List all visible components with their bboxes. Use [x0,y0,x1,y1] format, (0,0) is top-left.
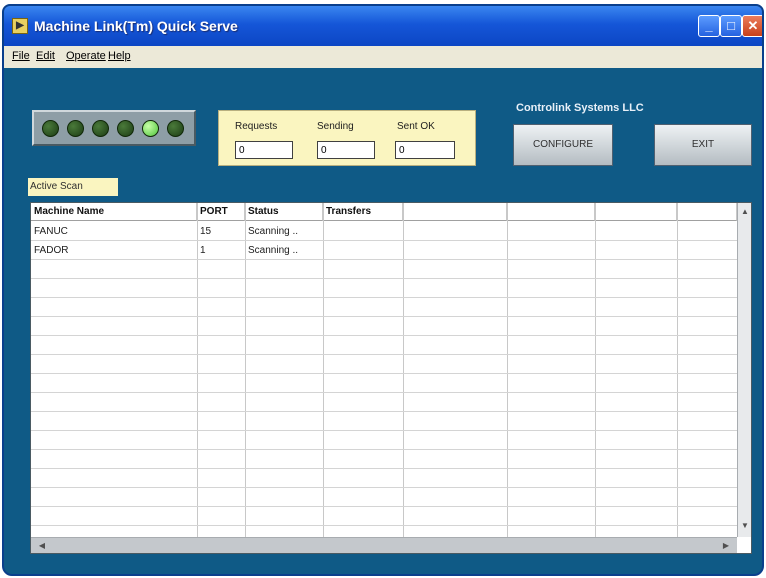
row-divider [31,297,737,298]
requests-field[interactable] [235,141,293,159]
column-header-8[interactable] [677,203,737,221]
row-divider [31,392,737,393]
menu-file[interactable]: File [12,50,30,62]
cell-row1-port[interactable]: 15 [197,223,214,240]
column-header-port[interactable]: PORT [197,203,245,221]
row-divider [31,487,737,488]
row-divider [31,278,737,279]
row-divider [31,354,737,355]
configure-button[interactable]: CONFIGURE [513,124,613,166]
status-led-4 [117,120,134,137]
column-header-6[interactable] [507,203,595,221]
cell-row1-transfers[interactable] [323,223,329,229]
column-header-machine-name[interactable]: Machine Name [31,203,197,221]
scroll-left-icon[interactable]: ◀ [35,539,49,553]
table-grid: Machine Name PORT Status Transfers FANUC… [31,203,737,537]
cell-row1-status[interactable]: Scanning .. [245,223,301,240]
cell-row2-port[interactable]: 1 [197,242,209,259]
maximize-button[interactable]: □ [720,15,742,37]
status-led-1 [42,120,59,137]
scroll-right-icon[interactable]: ▶ [719,539,733,553]
row-divider [31,240,737,241]
window-title: Machine Link(Tm) Quick Serve [34,18,238,34]
cell-row2-status[interactable]: Scanning .. [245,242,301,259]
scroll-down-icon[interactable]: ▼ [738,519,752,533]
row-divider [31,430,737,431]
menu-help[interactable]: Help [108,50,131,62]
cell-row2-transfers[interactable] [323,242,329,248]
scrollbar-corner [737,537,751,553]
sending-label: Sending [317,121,354,132]
column-header-status[interactable]: Status [245,203,323,221]
row-divider [31,468,737,469]
app-icon: ▶ [12,18,28,34]
status-led-3 [92,120,109,137]
active-scan-label: Active Scan [28,178,118,196]
menu-edit[interactable]: Edit [36,50,55,62]
scroll-up-icon[interactable]: ▲ [738,205,752,219]
sent-ok-field[interactable] [395,141,455,159]
company-label: Controlink Systems LLC [516,102,644,114]
row-divider [31,506,737,507]
column-header-5[interactable] [403,203,507,221]
title-bar[interactable]: ▶ Machine Link(Tm) Quick Serve _ □ ✕ [4,6,762,46]
counters-panel: Requests Sending Sent OK [218,110,476,166]
application-window: ▶ Machine Link(Tm) Quick Serve _ □ ✕ Fil… [2,4,764,576]
status-led-5 [142,120,159,137]
sending-field[interactable] [317,141,375,159]
active-scan-table[interactable]: Machine Name PORT Status Transfers FANUC… [30,202,752,554]
exit-button[interactable]: EXIT [654,124,752,166]
row-divider [31,525,737,526]
cell-row1-machine-name[interactable]: FANUC [31,223,71,240]
row-divider [31,449,737,450]
vertical-scrollbar[interactable]: ▲ ▼ [737,203,751,537]
cell-row2-machine-name[interactable]: FADOR [31,242,71,259]
status-led-6 [167,120,184,137]
row-divider [31,373,737,374]
requests-label: Requests [235,121,278,132]
horizontal-scrollbar[interactable]: ◀ ▶ [31,537,737,553]
row-divider [31,411,737,412]
sent-ok-label: Sent OK [397,121,435,132]
column-header-7[interactable] [595,203,677,221]
column-header-transfers[interactable]: Transfers [323,203,403,221]
minimize-button[interactable]: _ [698,15,720,37]
close-button[interactable]: ✕ [742,15,762,37]
menu-operate[interactable]: Operate [66,50,106,62]
status-led-2 [67,120,84,137]
row-divider [31,259,737,260]
menu-bar: File Edit Operate Help [4,46,762,68]
row-divider [31,316,737,317]
row-divider [31,335,737,336]
status-led-panel [32,110,196,146]
